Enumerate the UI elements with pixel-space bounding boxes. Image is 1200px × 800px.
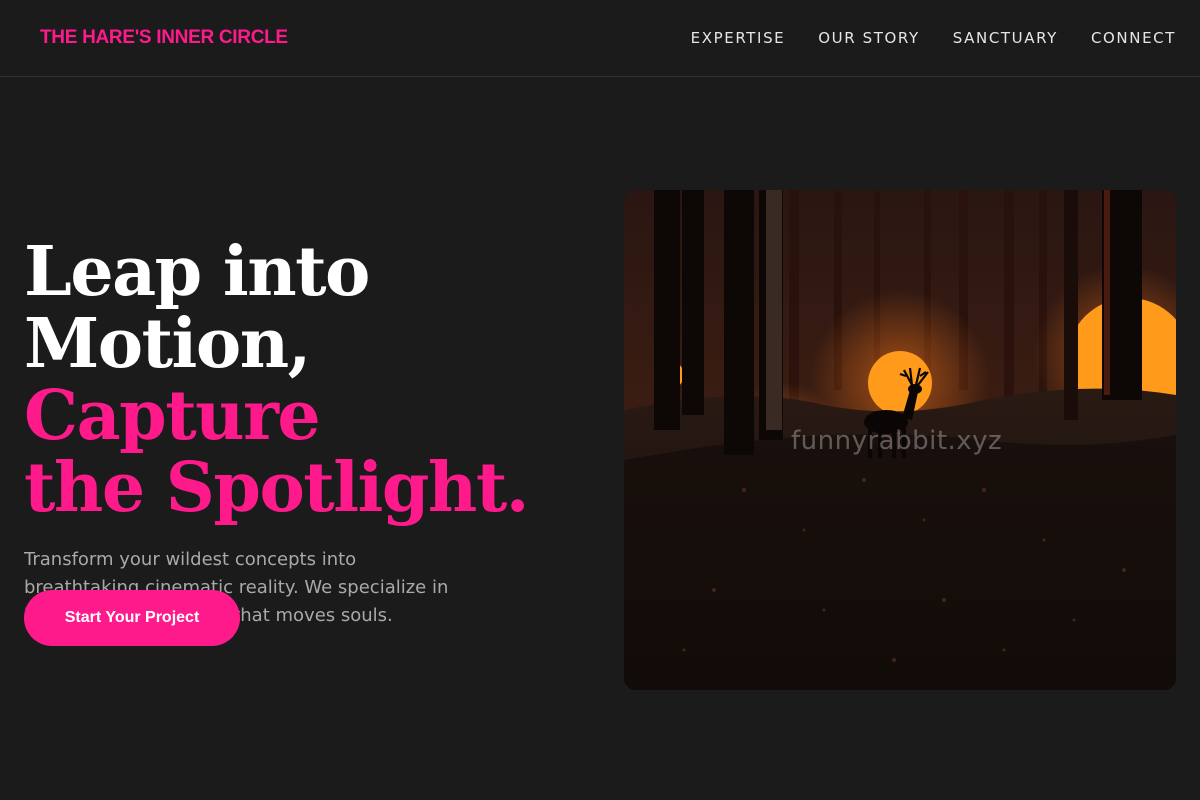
hero-heading: Leap into Motion, Capture the Spotlight.	[24, 236, 604, 524]
hero-heading-accent-2: the Spotlight.	[24, 448, 529, 528]
start-project-button[interactable]: Start Your Project	[24, 590, 240, 646]
hero-copy: Leap into Motion, Capture the Spotlight.…	[24, 236, 604, 630]
hero-image-forest-deer: funnyrabbit.xyz	[624, 190, 1176, 690]
image-watermark: funnyrabbit.xyz	[791, 426, 1003, 456]
nav-link-sanctuary[interactable]: SANCTUARY	[953, 29, 1058, 47]
hero-heading-line2: Motion,	[24, 304, 311, 384]
top-navigation-bar: THE HARE'S INNER CIRCLE EXPERTISE OUR ST…	[0, 0, 1200, 77]
brand-logo-link[interactable]: THE HARE'S INNER CIRCLE	[40, 27, 288, 49]
hero-heading-accent-1: Capture	[24, 376, 321, 456]
main-nav: EXPERTISE OUR STORY SANCTUARY CONNECT	[658, 29, 1176, 47]
nav-link-connect[interactable]: CONNECT	[1091, 29, 1176, 47]
nav-link-expertise[interactable]: EXPERTISE	[691, 29, 786, 47]
hero-heading-line1: Leap into	[24, 232, 370, 312]
nav-link-our-story[interactable]: OUR STORY	[818, 29, 920, 47]
